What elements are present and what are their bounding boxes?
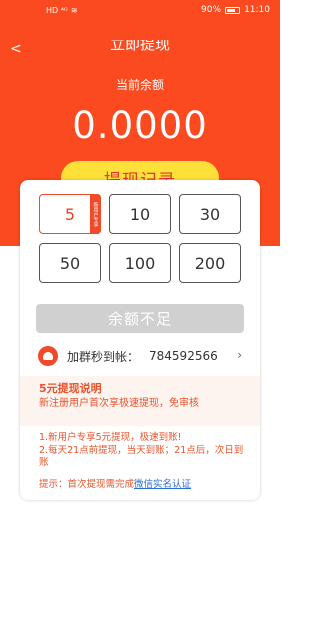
- wechat-verify-link[interactable]: 微信实名认证: [134, 479, 191, 490]
- join-group-row[interactable]: 加群秒到帐： 784592566 ›: [20, 340, 260, 372]
- amount-label: 30: [199, 204, 221, 224]
- page-title-text: 立即提现: [109, 40, 170, 53]
- info-text: 新注册用户首次享极速提现，免审核: [39, 398, 199, 409]
- battery-percent: 90%: [201, 5, 222, 15]
- amount-label: 10: [129, 204, 151, 224]
- status-left: HD ⁴ᴳ ≋: [46, 6, 78, 15]
- qq-group-icon: [38, 346, 58, 366]
- page-title: 立即提现: [0, 40, 280, 54]
- rule-line-2: 2.每天21点前提现，当天到账；21点后，次日到账: [39, 444, 244, 469]
- status-right: 90% 11:10: [201, 5, 270, 15]
- wifi-icon: ≋: [70, 5, 78, 15]
- info-title: 5元提现说明: [39, 382, 102, 395]
- tip-prefix: 提示：首次提现需完成: [39, 479, 135, 490]
- chevron-right-icon: ›: [237, 348, 242, 362]
- balance-label: 当前余额: [115, 78, 164, 92]
- balance-value: 0.0000: [72, 104, 208, 147]
- group-number: 784592566: [149, 349, 218, 363]
- amount-option-50[interactable]: 50: [39, 243, 101, 283]
- withdraw-card: 5 新用户专享 10 30 50 100 200 余额不足 加群秒到帐： 784…: [20, 180, 260, 500]
- amount-option-5[interactable]: 5 新用户专享: [39, 194, 101, 234]
- withdraw-tip: 提示：首次提现需完成微信实名认证: [39, 476, 191, 490]
- status-bar: HD ⁴ᴳ ≋ 90% 11:10: [0, 0, 280, 20]
- battery-icon: [225, 6, 241, 14]
- network-indicator: HD ⁴ᴳ: [46, 5, 68, 15]
- amount-option-100[interactable]: 100: [109, 243, 171, 283]
- amount-option-10[interactable]: 10: [109, 194, 171, 234]
- group-label: 加群秒到帐：: [67, 349, 140, 364]
- amount-option-30[interactable]: 30: [179, 194, 241, 234]
- withdraw-info-box: 5元提现说明 新注册用户首次享极速提现，免审核: [20, 376, 260, 426]
- amount-label: 200: [194, 253, 226, 273]
- amount-label: 5: [64, 204, 76, 224]
- rule-line-1: 1.新用户专享5元提现，极速到账!: [39, 432, 182, 443]
- withdraw-rules: 1.新用户专享5元提现，极速到账! 2.每天21点前提现，当天到账；21点后，次…: [39, 432, 249, 470]
- submit-withdraw-button[interactable]: 余额不足: [36, 304, 244, 333]
- amount-label: 100: [124, 253, 156, 273]
- amount-option-200[interactable]: 200: [179, 243, 241, 283]
- amount-label: 50: [59, 253, 81, 273]
- status-time: 11:10: [244, 5, 270, 15]
- new-user-tag: 新用户专享: [90, 194, 101, 234]
